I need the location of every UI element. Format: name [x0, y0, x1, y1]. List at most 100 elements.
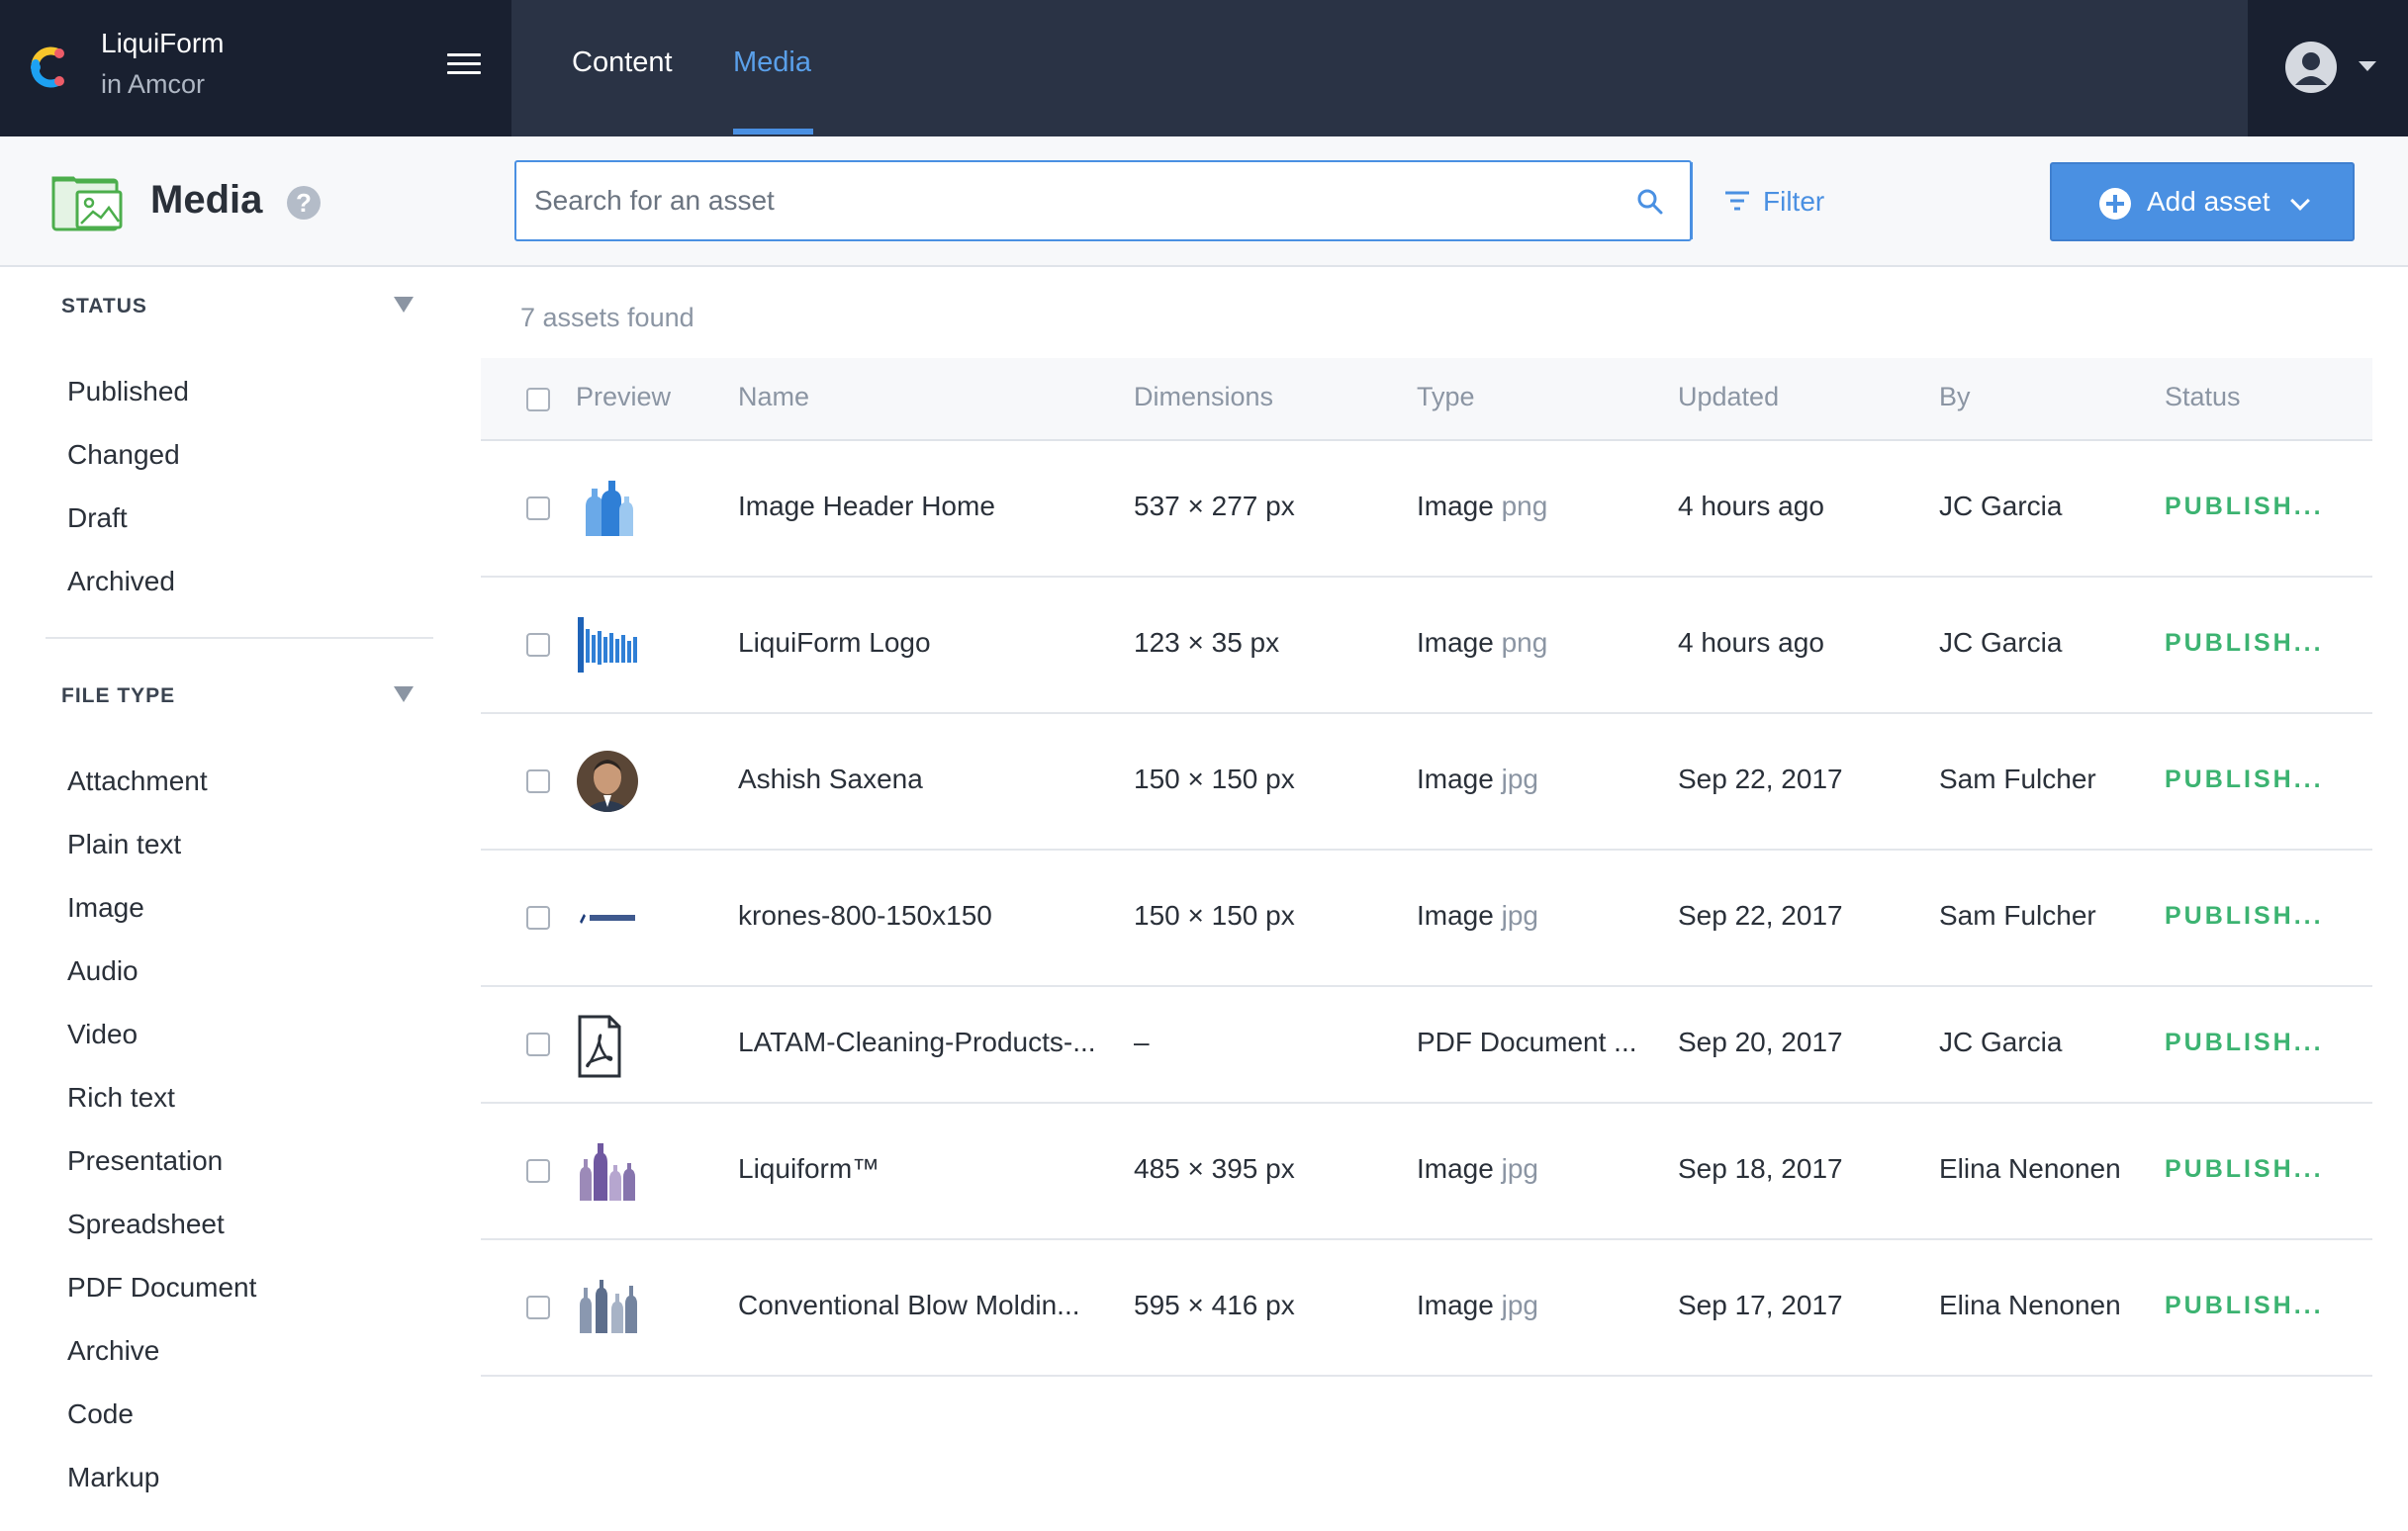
asset-author: JC Garcia [1939, 491, 2063, 521]
file-type-facet-title: FILE TYPE [61, 684, 176, 707]
org-switcher[interactable]: LiquiForm in Amcor [0, 0, 511, 136]
add-asset-button[interactable]: Add asset [2050, 162, 2355, 241]
asset-name[interactable]: LATAM-Cleaning-Products-... [738, 1027, 1096, 1058]
column-header-preview: Preview [576, 382, 672, 411]
table-row[interactable]: krones-800-150x150 150 × 150 px Image jp… [481, 851, 2372, 987]
row-checkbox[interactable] [526, 1296, 550, 1319]
filter-divider [1692, 162, 1693, 239]
row-checkbox[interactable] [526, 633, 550, 657]
column-header-type: Type [1417, 382, 1475, 411]
asset-author: JC Garcia [1939, 627, 2063, 658]
krones-thumb-icon[interactable] [576, 886, 639, 949]
table-row[interactable]: LATAM-Cleaning-Products-... – PDF Docume… [481, 987, 2372, 1104]
pdf-icon[interactable] [576, 1015, 639, 1078]
asset-dimensions: 537 × 277 px [1134, 491, 1295, 521]
status-badge: PUBLISH... [2165, 493, 2324, 520]
asset-name[interactable]: Liquiform™ [738, 1153, 880, 1185]
org-subtitle: in Amcor [101, 69, 206, 99]
bottles-blue-thumb-icon[interactable] [576, 477, 639, 540]
file-type-item-pdf-document[interactable]: PDF Document [67, 1272, 256, 1304]
status-item-published[interactable]: Published [67, 376, 189, 407]
row-checkbox[interactable] [526, 1033, 550, 1056]
avatar[interactable] [2285, 42, 2337, 93]
molding-thumb-icon[interactable] [576, 1276, 639, 1339]
asset-updated: Sep 18, 2017 [1678, 1153, 1843, 1184]
asset-type: Image png [1417, 627, 1548, 658]
file-type-item-spreadsheet[interactable]: Spreadsheet [67, 1209, 225, 1240]
search-icon[interactable] [1636, 188, 1664, 216]
asset-name[interactable]: Ashish Saxena [738, 764, 923, 795]
user-menu[interactable] [2248, 0, 2408, 136]
asset-dimensions: 150 × 150 px [1134, 900, 1295, 931]
row-checkbox[interactable] [526, 769, 550, 793]
status-badge: PUBLISH... [2165, 1029, 2324, 1056]
status-badge: PUBLISH... [2165, 1292, 2324, 1319]
asset-name[interactable]: krones-800-150x150 [738, 900, 992, 932]
file-type-item-image[interactable]: Image [67, 892, 144, 924]
user-avatar-icon [2295, 52, 2327, 85]
asset-updated: 4 hours ago [1678, 627, 1824, 658]
plus-circle-icon [2099, 188, 2131, 220]
status-badge: PUBLISH... [2165, 902, 2324, 930]
table-header: Preview Name Dimensions Type Updated By … [481, 358, 2372, 441]
file-type-item-plain-text[interactable]: Plain text [67, 829, 181, 860]
asset-type: PDF Document ... [1417, 1027, 1637, 1057]
asset-updated: 4 hours ago [1678, 491, 1824, 521]
file-type-item-archive[interactable]: Archive [67, 1335, 159, 1367]
table-row[interactable]: Liquiform™ 485 × 395 px Image jpg Sep 18… [481, 1104, 2372, 1240]
filter-icon [1725, 191, 1749, 211]
asset-type: Image jpg [1417, 764, 1538, 794]
file-type-item-rich-text[interactable]: Rich text [67, 1082, 175, 1114]
asset-updated: Sep 17, 2017 [1678, 1290, 1843, 1320]
file-type-item-audio[interactable]: Audio [67, 955, 139, 987]
assets-table: Preview Name Dimensions Type Updated By … [481, 358, 2372, 1377]
asset-author: Elina Nenonen [1939, 1153, 2121, 1184]
collapse-triangle-icon[interactable] [394, 686, 414, 702]
bottles-purple-thumb-icon[interactable] [576, 1139, 639, 1203]
column-header-by: By [1939, 382, 1971, 411]
file-type-item-markup[interactable]: Markup [67, 1462, 159, 1493]
table-row[interactable]: Conventional Blow Moldin... 595 × 416 px… [481, 1240, 2372, 1377]
asset-name[interactable]: Conventional Blow Moldin... [738, 1290, 1080, 1321]
status-item-draft[interactable]: Draft [67, 502, 128, 534]
page-title: Media [150, 178, 263, 222]
asset-name[interactable]: Image Header Home [738, 491, 995, 522]
nav-tab-media[interactable]: Media [733, 46, 811, 79]
search-input[interactable] [534, 162, 1563, 239]
row-checkbox[interactable] [526, 1159, 550, 1183]
results-count: 7 assets found [520, 303, 695, 332]
logo-thumb-icon[interactable] [576, 613, 639, 676]
row-checkbox[interactable] [526, 496, 550, 520]
portrait-thumb-icon[interactable] [576, 750, 639, 813]
collapse-triangle-icon[interactable] [394, 297, 414, 313]
status-item-changed[interactable]: Changed [67, 439, 180, 471]
asset-name[interactable]: LiquiForm Logo [738, 627, 931, 659]
table-row[interactable]: LiquiForm Logo 123 × 35 px Image png 4 h… [481, 578, 2372, 714]
status-item-archived[interactable]: Archived [67, 566, 175, 597]
column-header-updated[interactable]: Updated [1678, 382, 1779, 412]
table-row[interactable]: Ashish Saxena 150 × 150 px Image jpg Sep… [481, 714, 2372, 851]
column-header-name[interactable]: Name [738, 382, 809, 412]
select-all-checkbox[interactable] [526, 388, 550, 411]
hamburger-menu-icon[interactable] [447, 53, 481, 81]
file-type-item-video[interactable]: Video [67, 1019, 138, 1050]
org-name: LiquiForm [101, 28, 225, 58]
status-badge: PUBLISH... [2165, 1155, 2324, 1183]
file-type-item-attachment[interactable]: Attachment [67, 766, 208, 797]
status-facet-title: STATUS [61, 295, 147, 317]
filter-button[interactable]: Filter [1694, 162, 1852, 239]
table-row[interactable]: Image Header Home 537 × 277 px Image png… [481, 441, 2372, 578]
asset-author: Sam Fulcher [1939, 900, 2096, 931]
filter-label: Filter [1763, 186, 1825, 217]
asset-dimensions: 485 × 395 px [1134, 1153, 1295, 1184]
file-type-item-presentation[interactable]: Presentation [67, 1145, 223, 1177]
nav-tab-content[interactable]: Content [572, 46, 673, 79]
row-checkbox[interactable] [526, 906, 550, 930]
file-type-item-code[interactable]: Code [67, 1398, 134, 1430]
asset-dimensions: – [1134, 1027, 1150, 1057]
column-header-dimensions: Dimensions [1134, 382, 1274, 411]
chevron-down-icon[interactable] [2359, 61, 2376, 71]
media-library-icon [51, 176, 123, 231]
asset-updated: Sep 22, 2017 [1678, 900, 1843, 931]
help-icon[interactable]: ? [287, 186, 321, 220]
